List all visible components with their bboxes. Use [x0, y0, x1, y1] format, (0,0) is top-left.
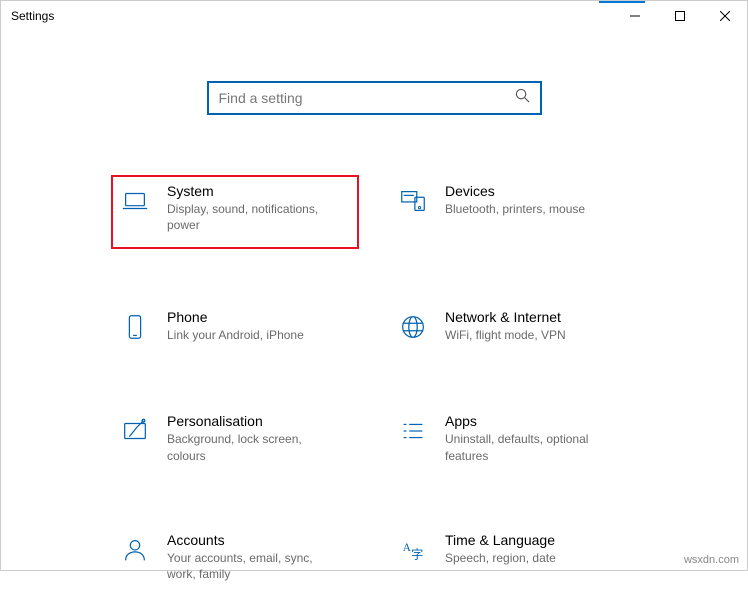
- paintbrush-icon: [117, 413, 153, 449]
- search-box[interactable]: [207, 81, 542, 115]
- tile-title: System: [167, 183, 337, 199]
- devices-icon: [395, 183, 431, 219]
- tile-subtitle: Link your Android, iPhone: [167, 327, 304, 343]
- tile-network[interactable]: Network & Internet WiFi, flight mode, VP…: [389, 301, 637, 353]
- tile-subtitle: Your accounts, email, sync, work, family: [167, 550, 337, 582]
- tile-phone[interactable]: Phone Link your Android, iPhone: [111, 301, 359, 353]
- maximize-icon: [675, 11, 685, 21]
- search-container: [41, 81, 707, 115]
- tile-title: Devices: [445, 183, 585, 199]
- phone-icon: [117, 309, 153, 345]
- minimize-icon: [630, 11, 640, 21]
- close-icon: [720, 11, 730, 21]
- tile-apps[interactable]: Apps Uninstall, defaults, optional featu…: [389, 405, 637, 471]
- tile-devices[interactable]: Devices Bluetooth, printers, mouse: [389, 175, 637, 249]
- list-icon: [395, 413, 431, 449]
- tile-accounts[interactable]: Accounts Your accounts, email, sync, wor…: [111, 524, 359, 590]
- tile-title: Personalisation: [167, 413, 337, 429]
- settings-grid: System Display, sound, notifications, po…: [41, 175, 707, 590]
- tile-subtitle: Bluetooth, printers, mouse: [445, 201, 585, 217]
- window-controls: [612, 1, 747, 31]
- maximize-button[interactable]: [657, 1, 702, 31]
- language-icon: A字: [395, 532, 431, 568]
- watermark: wsxdn.com: [684, 554, 739, 566]
- tile-subtitle: Background, lock screen, colours: [167, 431, 337, 463]
- titlebar: Settings: [1, 1, 747, 31]
- search-icon: [515, 88, 530, 108]
- tile-title: Time & Language: [445, 532, 556, 548]
- laptop-icon: [117, 183, 153, 219]
- svg-text:字: 字: [411, 546, 423, 561]
- tile-subtitle: WiFi, flight mode, VPN: [445, 327, 566, 343]
- person-icon: [117, 532, 153, 568]
- tile-system[interactable]: System Display, sound, notifications, po…: [111, 175, 359, 249]
- tile-title: Accounts: [167, 532, 337, 548]
- tile-subtitle: Uninstall, defaults, optional features: [445, 431, 615, 463]
- search-input[interactable]: [219, 90, 515, 106]
- tile-title: Phone: [167, 309, 304, 325]
- tile-subtitle: Speech, region, date: [445, 550, 556, 566]
- accent-strip: [599, 1, 645, 3]
- tile-personalisation[interactable]: Personalisation Background, lock screen,…: [111, 405, 359, 471]
- tile-title: Network & Internet: [445, 309, 566, 325]
- tile-title: Apps: [445, 413, 615, 429]
- tile-time[interactable]: A字 Time & Language Speech, region, date: [389, 524, 637, 590]
- globe-icon: [395, 309, 431, 345]
- window-title: Settings: [11, 9, 54, 23]
- minimize-button[interactable]: [612, 1, 657, 31]
- close-button[interactable]: [702, 1, 747, 31]
- tile-subtitle: Display, sound, notifications, power: [167, 201, 337, 233]
- content-area: System Display, sound, notifications, po…: [1, 31, 747, 590]
